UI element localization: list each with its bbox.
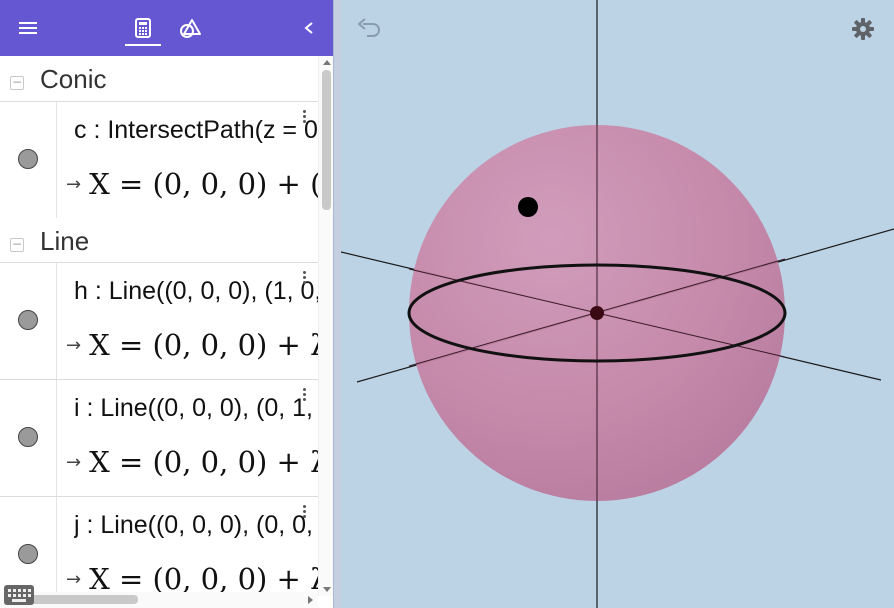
visibility-toggle[interactable] [18,544,38,564]
algebra-item-c[interactable]: c : IntersectPath(z = 0, s) → X = (0, 0, … [0,101,318,218]
definition-input[interactable]: j : Line((0, 0, 0), (0, 0, 1)) [74,505,318,545]
group-collapse-toggle[interactable]: − [10,76,24,90]
horizontal-scrollbar[interactable] [0,592,318,608]
graphics-3d-view[interactable] [341,0,894,608]
output-row: → X = (0, 0, 0) + (3 cos(t), 3 sin(t), 0) [66,160,318,208]
definition-input[interactable]: h : Line((0, 0, 0), (1, 0, 0)) [74,271,318,311]
more-options-button[interactable] [298,386,310,406]
visibility-toggle[interactable] [18,427,38,447]
calculator-icon [135,18,151,38]
group-collapse-toggle[interactable]: − [10,238,24,252]
algebra-toolbar [0,0,333,56]
definition-input[interactable]: c : IntersectPath(z = 0, s) [74,110,318,150]
output-value: X = (0, 0, 0) + λ (1, 0, 0) [89,328,318,362]
vertical-scrollbar[interactable] [318,56,333,596]
group-title: Line [40,226,90,256]
scroll-down-icon[interactable] [323,587,331,592]
hamburger-menu-icon [19,22,37,34]
more-options-button[interactable] [298,269,310,289]
output-arrow-icon: → [66,452,82,473]
group-header-line: − Line [0,218,318,258]
more-options-button[interactable] [298,503,310,523]
panel-divider[interactable] [333,0,341,608]
scroll-right-icon[interactable] [308,596,313,604]
origin-point[interactable] [590,306,604,320]
marble-column [0,263,57,379]
marble-column [0,380,57,496]
undo-button[interactable] [355,16,383,40]
output-row: → X = (0, 0, 0) + λ (0, 1, 0) [66,438,318,486]
algebra-view: − Conic c : IntersectPath(z = 0, s) → X =… [0,56,333,608]
scroll-up-icon[interactable] [323,60,331,65]
settings-button[interactable] [850,16,876,42]
more-options-button[interactable] [298,108,310,128]
menu-button[interactable] [10,10,46,46]
output-row: → X = (0, 0, 0) + λ (1, 0, 0) [66,321,318,369]
output-value: X = (0, 0, 0) + λ (0, 1, 0) [89,445,318,479]
visibility-toggle[interactable] [18,310,38,330]
keyboard-icon[interactable] [4,585,34,605]
visibility-toggle[interactable] [18,149,38,169]
output-arrow-icon: → [66,174,82,195]
point-on-sphere[interactable] [518,197,538,217]
gear-icon [852,18,874,40]
chevron-left-icon [304,22,313,34]
output-value: X = (0, 0, 0) + λ (0, 0, 1) [89,562,318,596]
graphics-canvas[interactable] [341,0,894,608]
tab-algebra[interactable] [125,10,161,46]
group-title: Conic [40,64,107,94]
algebra-item-h[interactable]: h : Line((0, 0, 0), (1, 0, 0)) → X = (0, … [0,262,318,379]
tab-tools[interactable] [173,10,209,46]
output-value: X = (0, 0, 0) + (3 cos(t), 3 sin(t), 0) [89,167,318,201]
output-arrow-icon: → [66,335,82,356]
output-arrow-icon: → [66,569,82,590]
group-header-conic: − Conic [0,56,318,96]
algebra-item-i[interactable]: i : Line((0, 0, 0), (0, 1, 0)) → X = (0, … [0,379,318,496]
tools-shapes-icon [180,19,201,38]
undo-icon [357,18,380,37]
marble-column [0,102,57,218]
collapse-panel-button[interactable] [291,10,327,46]
vertical-scrollbar-thumb[interactable] [322,70,331,210]
definition-input[interactable]: i : Line((0, 0, 0), (0, 1, 0)) [74,388,318,428]
active-tab-indicator [125,44,161,46]
